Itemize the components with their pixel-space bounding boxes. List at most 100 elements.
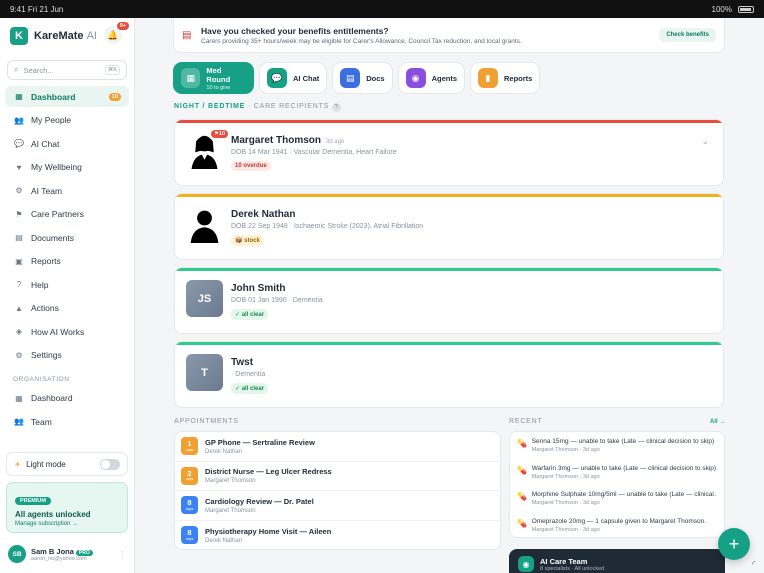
sun-icon: ☀	[14, 459, 22, 469]
robot-icon: ⚙	[15, 186, 23, 195]
search-input[interactable]: ⌕ Search... ⌘K	[7, 60, 127, 80]
sidebar-item-my-wellbeing[interactable]: ♥ My Wellbeing	[5, 157, 129, 178]
action-reports[interactable]: ▮ Reports	[470, 62, 541, 94]
appointments-label: APPOINTMENTS	[174, 418, 239, 425]
recent-title: Senna 15mg — unable to take (Late — clin…	[531, 438, 715, 445]
battery-percent: 100%	[711, 4, 732, 14]
chevron-down-icon[interactable]: ⌄	[701, 136, 709, 147]
bell-icon: 🔔	[107, 29, 119, 40]
recent-item[interactable]: 💊 Warfarin 3mg — unable to take (Late — c…	[510, 461, 724, 488]
action-docs[interactable]: ▤ Docs	[332, 62, 393, 94]
nav-label: Documents	[31, 232, 74, 243]
nav-label: Care Partners	[31, 209, 84, 219]
light-mode-toggle[interactable]	[100, 458, 120, 470]
appointments-list: 1 days GP Phone — Sertraline Review Derek N…	[174, 431, 501, 550]
appointment-row[interactable]: 8 days Cardiology Review — Dr. Patel Margar…	[175, 491, 500, 521]
recent-item[interactable]: 💊 Senna 15mg — unable to take (Late — cli…	[510, 434, 724, 461]
care-recipients-label: NIGHT / BEDTIME · CARE RECIPIENTS?	[174, 103, 342, 112]
action-agents[interactable]: ◉ Agents	[397, 62, 466, 94]
sidebar-item-care-partners[interactable]: ⚑ Care Partners	[5, 204, 129, 225]
recipient-card[interactable]: ⚑10 Margaret Thomson 3d ago DOB 14 Mar 1941…	[174, 119, 724, 186]
action-label: Reports	[504, 73, 533, 83]
recent-all-link[interactable]: All →	[710, 419, 725, 425]
nav-label: How AI Works	[31, 326, 85, 337]
ai-care-team-panel[interactable]: ◉ AI Care Team 8 specialists · All unloc…	[509, 549, 725, 573]
chart-icon: ▮	[478, 68, 499, 88]
nav-label: Settings	[31, 350, 62, 360]
recent-item[interactable]: 💊 Morphine Sulphate 10mg/5ml — unable to …	[510, 487, 724, 514]
recent-title: Warfarin 3mg — unable to take (Late — cl…	[531, 464, 717, 472]
ai-team-title: AI Care Team	[540, 556, 588, 566]
recipient-card[interactable]: T Twst · Dementia ✓ all clear	[174, 341, 724, 408]
nav-count-badge: 10	[108, 92, 121, 101]
notifications-button[interactable]: 🔔 9+	[104, 22, 129, 44]
sidebar-item-help[interactable]: ? Help	[5, 274, 129, 295]
sidebar: K KareMate AI 🔔 9+ ⌕ Search... ⌘K ▦ Dashb…	[0, 18, 135, 573]
avatar: SB	[8, 545, 26, 563]
sidebar-org-item-dashboard[interactable]: ▦ Dashboard	[5, 388, 129, 409]
last-updated: 3d ago	[326, 139, 345, 145]
quick-actions: ▦ Med Round 10 to give 💬 AI Chat ▤ Docs ◉ Agents…	[173, 62, 541, 94]
avatar: JS	[186, 280, 223, 317]
recipient-meta: DOB 01 Jan 1990 · Dementia	[231, 297, 323, 304]
heart-icon: ♥	[16, 162, 22, 172]
sidebar-item-actions[interactable]: ▲ Actions	[5, 298, 129, 319]
add-button[interactable]: +	[718, 528, 750, 560]
people-icon: 👥	[14, 115, 24, 125]
recipient-card[interactable]: JS John Smith DOB 01 Jan 1990 · Dementia ✓ …	[174, 267, 724, 334]
status-badge: ✓ all clear	[231, 383, 269, 394]
recent-subtitle: Margaret Thomson · 3d ago	[531, 473, 600, 480]
appointment-title: Cardiology Review — Dr. Patel	[205, 496, 314, 506]
recent-title: Morphine Sulphate 10mg/5ml — unable to t…	[531, 491, 717, 498]
sidebar-footer: ☀ Light mode PREMIUM All agents unlocked…	[0, 446, 134, 573]
pill-icon: 💊	[517, 465, 527, 475]
days-until-badge: 2 days	[181, 466, 198, 485]
status-bar: 9:41 Fri 21 Jun 100%	[0, 0, 764, 18]
nav-label: AI Team	[31, 185, 63, 196]
sidebar-item-documents[interactable]: ▤ Documents	[5, 227, 129, 248]
team-icon: 👥	[14, 417, 24, 426]
recent-subtitle: Margaret Thomson · 3d ago	[531, 447, 600, 453]
sidebar-item-dashboard[interactable]: ▦ Dashboard 10	[5, 86, 129, 107]
battery-icon	[738, 5, 754, 13]
notification-badge: 9+	[116, 22, 129, 30]
recipient-name: John Smith	[231, 283, 286, 294]
search-shortcut: ⌘K	[104, 65, 120, 75]
appointment-row[interactable]: 2 days District Nurse — Leg Ulcer Redress M…	[175, 462, 500, 491]
chat-icon: 💬	[14, 139, 24, 148]
sidebar-item-settings[interactable]: ⚙ Settings	[5, 345, 129, 366]
loading-spinner-icon: ◜	[752, 559, 756, 569]
chat-bubble-icon: 💬	[267, 68, 287, 88]
pill-icon: 💊	[517, 518, 527, 528]
action-ai-chat[interactable]: 💬 AI Chat	[259, 62, 328, 94]
sidebar-item-reports[interactable]: ▣ Reports	[5, 251, 129, 272]
benefits-banner: ▤ Have you checked your benefits entitle…	[173, 18, 725, 53]
appointment-row[interactable]: 8 days Physiotherapy Home Visit — Aileen De…	[175, 521, 500, 551]
appointment-title: Physiotherapy Home Visit — Aileen	[205, 526, 332, 536]
manage-subscription-link[interactable]: Manage subscription →	[15, 521, 119, 527]
recipient-card[interactable]: Derek Nathan DOB 22 Sep 1948 · Ischaemic …	[174, 193, 724, 260]
recipient-name: Twst	[231, 357, 254, 368]
status-bar-stripe	[175, 268, 723, 271]
check-benefits-button[interactable]: Check benefits	[659, 28, 716, 42]
help-icon[interactable]: ?	[332, 103, 342, 112]
more-icon[interactable]: ⋮	[119, 550, 126, 558]
sidebar-item-how-ai-works[interactable]: ◈ How AI Works	[5, 321, 129, 342]
sidebar-item-ai-chat[interactable]: 💬 AI Chat	[5, 133, 129, 154]
status-time: 9:41	[10, 4, 26, 14]
partners-icon: ⚑	[15, 209, 23, 219]
sidebar-item-ai-team[interactable]: ⚙ AI Team	[5, 180, 129, 201]
action-med-round[interactable]: ▦ Med Round 10 to give	[173, 62, 254, 94]
sidebar-org-item-team[interactable]: 👥 Team	[5, 411, 129, 432]
appointment-person: Margaret Thomson	[205, 478, 256, 485]
light-mode-label: Light mode	[26, 459, 66, 469]
premium-card: PREMIUM All agents unlocked Manage subsc…	[6, 482, 128, 533]
status-badge: 📦 stock	[231, 235, 264, 246]
user-profile[interactable]: SB Sam B Jona PRO aaron_no@yahoo.com ⋮	[0, 539, 134, 569]
appointment-row[interactable]: 1 days GP Phone — Sertraline Review Derek N…	[175, 432, 500, 462]
light-mode-row[interactable]: ☀ Light mode	[6, 452, 128, 476]
main-nav: ▦ Dashboard 10 👥 My People 💬 AI Chat ♥ My Wellbe…	[0, 86, 134, 366]
sidebar-item-my-people[interactable]: 👥 My People	[5, 110, 129, 131]
recipient-name: Margaret Thomson 3d ago	[231, 135, 345, 146]
recent-item[interactable]: 💊 Omeprazole 20mg — 1 capsule given to Ma…	[510, 514, 724, 541]
